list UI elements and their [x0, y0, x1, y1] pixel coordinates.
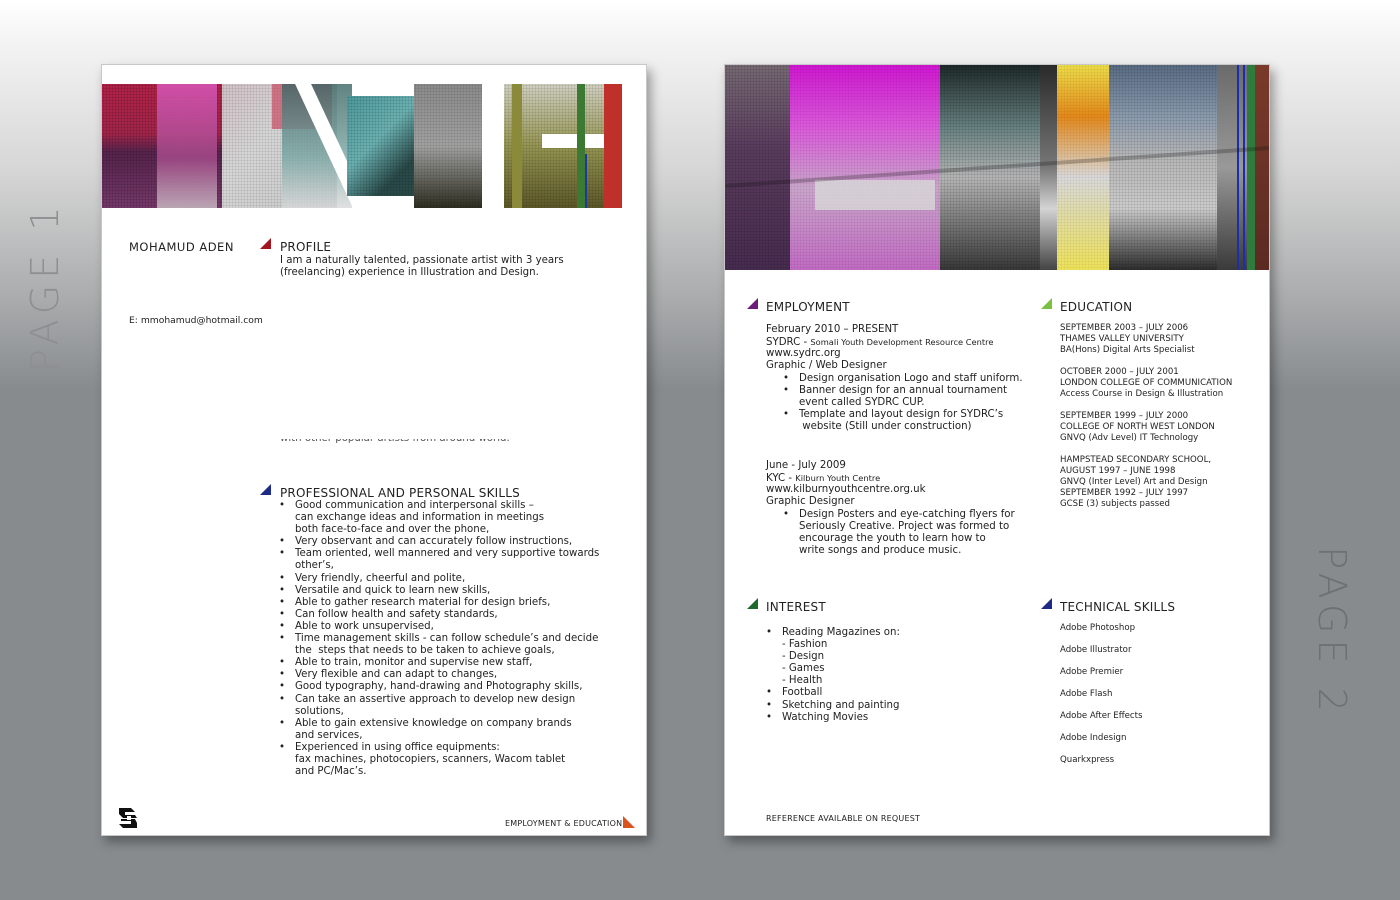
- artwork-banner-page-1: [102, 84, 646, 208]
- reference-note: REFERENCE AVAILABLE ON REQUEST: [766, 814, 921, 823]
- profile-text-line-2: (freelancing) experience in Illustration…: [280, 267, 539, 278]
- education-entry: SEPTEMBER 1999 – JULY 2000 COLLEGE OF NOR…: [1060, 411, 1215, 444]
- artwork-banner-page-2: [725, 65, 1269, 270]
- interest-list: Reading Magazines on: - Fashion - Design…: [764, 627, 900, 724]
- interest-item: Watching Movies: [764, 712, 900, 724]
- education-line: AUGUST 1997 – JUNE 1998: [1060, 466, 1176, 476]
- education-line: OCTOBER 2000 – JULY 2001: [1060, 367, 1179, 377]
- profile-clipped-line: with other popular artists from around w…: [280, 439, 510, 445]
- education-line: COLLEGE OF NORTH WEST LONDON: [1060, 422, 1215, 432]
- skill-item: Able to work unsupervised,: [277, 621, 599, 633]
- technical-marker-icon: [1041, 598, 1052, 609]
- resume-page-1: MOHAMUD ADEN E: mmohamud@hotmail.com PRO…: [101, 64, 647, 836]
- footer-marker-icon: [623, 816, 635, 828]
- skill-item: Very flexible and can adapt to changes,: [277, 669, 599, 681]
- employment-marker-icon: [747, 298, 758, 309]
- job-role: Graphic / Web Designer: [766, 360, 887, 371]
- skill-item: Can take an assertive approach to develo…: [277, 694, 599, 718]
- job-org-short: SYDRC -: [766, 337, 811, 348]
- technical-skill-item: Adobe Premier: [1060, 667, 1124, 677]
- skill-item: Able to gain extensive knowledge on comp…: [277, 718, 599, 742]
- profile-clipped-text: with other popular artists from around w…: [280, 439, 510, 444]
- job-duty-item: Design Posters and eye-catching flyers f…: [781, 509, 1015, 557]
- job-duty-item: Template and layout design for SYDRC’s w…: [781, 409, 1023, 433]
- profile-heading: PROFILE: [280, 240, 332, 254]
- education-line: GCSE (3) subjects passed: [1060, 499, 1170, 509]
- technical-heading: TECHNICAL SKILLS: [1060, 600, 1176, 614]
- education-line: SEPTEMBER 1999 – JULY 2000: [1060, 411, 1189, 421]
- education-line: HAMPSTEAD SECONDARY SCHOOL,: [1060, 455, 1212, 465]
- education-line: SEPTEMBER 2003 – JULY 2006: [1060, 323, 1189, 333]
- education-heading: EDUCATION: [1060, 300, 1133, 314]
- candidate-name: MOHAMUD ADEN: [129, 240, 234, 254]
- skill-item: Very friendly, cheerful and polite,: [277, 573, 599, 585]
- skills-heading: PROFESSIONAL AND PERSONAL SKILLS: [280, 486, 520, 500]
- skills-marker-icon: [260, 484, 271, 495]
- education-line: LONDON COLLEGE OF COMMUNICATION: [1060, 378, 1233, 388]
- job-role: Graphic Designer: [766, 496, 855, 507]
- education-entry: SEPTEMBER 2003 – JULY 2006 THAMES VALLEY …: [1060, 323, 1195, 356]
- profile-text-line-1: I am a naturally talented, passionate ar…: [280, 255, 564, 266]
- job-org-short: KYC -: [766, 473, 796, 484]
- technical-skill-item: Adobe Indesign: [1060, 733, 1127, 743]
- job-duties-list: Design Posters and eye-catching flyers f…: [781, 509, 1015, 557]
- job-url[interactable]: www.sydrc.org: [766, 348, 841, 360]
- job-dates: February 2010 – PRESENT: [766, 324, 899, 335]
- next-page-label: EMPLOYMENT & EDUCATION: [505, 819, 623, 828]
- page-2-label: PAGE 2: [1310, 546, 1354, 718]
- page-1-label: PAGE 1: [23, 200, 67, 372]
- skills-list: Good communication and interpersonal ski…: [277, 500, 599, 778]
- email-address[interactable]: E: mmohamud@hotmail.com: [129, 315, 263, 327]
- skill-item: Good typography, hand-drawing and Photog…: [277, 681, 599, 693]
- employment-heading: EMPLOYMENT: [766, 300, 850, 314]
- skill-item: Can follow health and safety standards,: [277, 609, 599, 621]
- technical-skill-item: Adobe After Effects: [1060, 711, 1143, 721]
- education-line: SEPTEMBER 1992 – JULY 1997: [1060, 488, 1189, 498]
- education-line: THAMES VALLEY UNIVERSITY: [1060, 334, 1184, 344]
- skill-item: Able to train, monitor and supervise new…: [277, 657, 599, 669]
- interest-marker-icon: [747, 598, 758, 609]
- interest-item: Football: [764, 687, 900, 699]
- education-line: GNVQ (Inter Level) Art and Design: [1060, 477, 1208, 487]
- education-line: BA(Hons) Digital Arts Specialist: [1060, 345, 1195, 355]
- skill-item: Good communication and interpersonal ski…: [277, 500, 599, 536]
- education-entry: OCTOBER 2000 – JULY 2001 LONDON COLLEGE O…: [1060, 367, 1232, 400]
- skill-item: Able to gather research material for des…: [277, 597, 599, 609]
- skill-item: Versatile and quick to learn new skills,: [277, 585, 599, 597]
- technical-skill-item: Adobe Illustrator: [1060, 645, 1132, 655]
- education-entry: HAMPSTEAD SECONDARY SCHOOL, AUGUST 1997 –…: [1060, 455, 1211, 510]
- job-duty-item: Design organisation Logo and staff unifo…: [781, 373, 1023, 385]
- profile-marker-icon: [260, 238, 271, 249]
- job-duty-item: Banner design for an annual tournament e…: [781, 385, 1023, 409]
- job-dates: June - July 2009: [766, 460, 846, 471]
- skill-item: Experienced in using office equipments: …: [277, 742, 599, 778]
- interest-item: Reading Magazines on: - Fashion - Design…: [764, 627, 900, 687]
- technical-skill-item: Quarkxpress: [1060, 755, 1115, 765]
- interest-item: Sketching and painting: [764, 700, 900, 712]
- education-marker-icon: [1041, 298, 1052, 309]
- monogram-logo: [117, 806, 139, 830]
- education-line: GNVQ (Adv Level) IT Technology: [1060, 433, 1199, 443]
- education-line: Access Course in Design & Illustration: [1060, 389, 1224, 399]
- skill-item: Very observant and can accurately follow…: [277, 536, 599, 548]
- job-url[interactable]: www.kilburnyouthcentre.org.uk: [766, 484, 926, 496]
- logo-icon: [119, 808, 137, 828]
- skill-item: Time management skills - can follow sche…: [277, 633, 599, 657]
- job-duties-list: Design organisation Logo and staff unifo…: [781, 373, 1023, 433]
- skill-item: Team oriented, well mannered and very su…: [277, 548, 599, 572]
- technical-skill-item: Adobe Flash: [1060, 689, 1113, 699]
- technical-skill-item: Adobe Photoshop: [1060, 623, 1136, 633]
- interest-heading: INTEREST: [766, 600, 826, 614]
- job-org-full: Somali Youth Development Resource Centre: [810, 337, 994, 347]
- resume-page-2: EMPLOYMENT February 2010 – PRESENT SYDRC…: [724, 64, 1270, 836]
- job-org-full: Kilburn Youth Centre: [795, 473, 881, 483]
